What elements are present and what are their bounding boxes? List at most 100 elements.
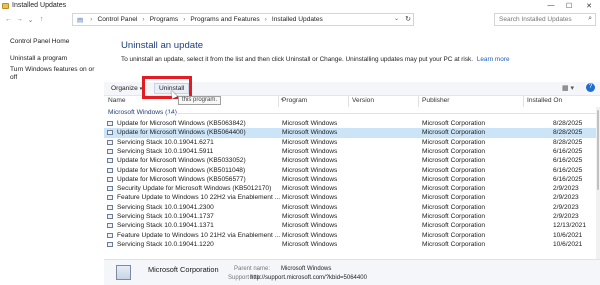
title-bar: Installed Updates [0, 0, 600, 11]
address-bar[interactable]: ▤ › Control Panel › Programs › Programs … [72, 13, 414, 26]
update-icon [107, 148, 113, 154]
table-row[interactable]: Update for Microsoft Windows (KB5011048)… [104, 166, 596, 175]
cell-name: Servicing Stack 10.0.19041.5911 [117, 147, 214, 155]
table-row[interactable]: Servicing Stack 10.0.19041.1220 Microsoft… [104, 240, 596, 249]
cell-program: Microsoft Windows [282, 203, 338, 211]
cell-program: Microsoft Windows [282, 185, 338, 193]
update-icon [107, 214, 113, 219]
refresh-icon[interactable]: ↻ [405, 15, 411, 23]
table-row[interactable]: Security Update for Microsoft Windows (K… [104, 184, 596, 193]
cell-publisher: Microsoft Corporation [422, 185, 486, 193]
cell-name: Update for Microsoft Windows (KB5033052) [117, 157, 246, 165]
cell-publisher: Microsoft Corporation [422, 240, 486, 248]
cell-publisher: Microsoft Corporation [422, 166, 486, 174]
table-row[interactable]: Servicing Stack 10.0.19041.1371 Microsoft… [104, 221, 596, 230]
table-row[interactable]: Servicing Stack 10.0.19041.1737 Microsoft… [104, 212, 596, 221]
chevron-down-icon[interactable]: ⌄ [394, 15, 399, 22]
search-icon: ⌕ [588, 15, 592, 22]
breadcrumb-programs-and-features[interactable]: Programs and Features [190, 16, 259, 23]
table-row[interactable]: Update for Microsoft Windows (KB5056577)… [104, 175, 596, 184]
table-row[interactable]: Update for Microsoft Windows (KB5063842)… [104, 119, 596, 128]
back-arrow-icon[interactable]: ← [3, 14, 14, 25]
organize-button[interactable]: Organize ▾ [111, 85, 142, 92]
control-panel-home-link[interactable]: Control Panel Home [10, 38, 69, 46]
column-divider[interactable] [278, 96, 279, 107]
cell-installed-on: 8/28/2025 [553, 120, 583, 127]
maximize-button[interactable]: ☐ [562, 0, 576, 11]
cell-publisher: Microsoft Corporation [422, 222, 486, 230]
cell-publisher: Microsoft Corporation [422, 129, 486, 137]
cell-name: Servicing Stack 10.0.19041.6271 [117, 138, 214, 146]
up-arrow-icon[interactable]: ↑ [36, 14, 47, 25]
cell-program: Microsoft Windows [282, 138, 338, 146]
view-options-icon[interactable]: ▦ ▾ [562, 84, 574, 92]
page-description: To uninstall an update, select it from t… [121, 56, 510, 63]
cell-installed-on: 8/28/2025 [553, 138, 583, 146]
breadcrumb-installed-updates[interactable]: Installed Updates [272, 16, 323, 23]
search-input[interactable]: Search Installed Updates ⌕ [494, 13, 596, 26]
cell-publisher: Microsoft Corporation [422, 157, 486, 165]
column-divider[interactable] [348, 96, 349, 107]
search-placeholder: Search Installed Updates [499, 16, 572, 23]
cell-publisher: Microsoft Corporation [422, 175, 486, 183]
table-row[interactable]: Update for Microsoft Windows (KB5064400)… [104, 128, 596, 138]
group-divider [166, 113, 596, 114]
cell-program: Microsoft Windows [282, 240, 338, 248]
description-text: To uninstall an update, select it from t… [121, 56, 474, 63]
support-link-value[interactable]: http://support.microsoft.com/?kbid=50644… [250, 275, 367, 281]
window-title: Installed Updates [12, 2, 67, 9]
cell-installed-on: 6/16/2025 [553, 147, 583, 155]
windows-features-link[interactable]: Turn Windows features on or [10, 66, 94, 74]
page-title: Uninstall an update [121, 40, 204, 51]
cell-publisher: Microsoft Corporation [422, 231, 486, 239]
cell-publisher: Microsoft Corporation [422, 203, 486, 211]
table-row[interactable]: Servicing Stack 10.0.19041.5911 Microsoft… [104, 147, 596, 156]
column-header-program[interactable]: Program [282, 97, 307, 107]
column-divider[interactable] [418, 96, 419, 107]
forward-arrow-icon[interactable]: → [14, 14, 25, 25]
scrollbar-thumb[interactable] [597, 110, 599, 190]
cell-name: Update for Microsoft Windows (KB5056577) [117, 175, 246, 183]
recent-locations-icon[interactable]: ⌄ [25, 14, 36, 25]
update-icon [107, 195, 113, 201]
table-row[interactable]: Update for Microsoft Windows (KB5033052)… [104, 156, 596, 165]
cell-installed-on: 6/16/2025 [553, 175, 583, 183]
cell-installed-on: 2/9/2023 [553, 185, 579, 193]
update-icon [107, 232, 113, 238]
uninstall-program-link[interactable]: Uninstall a program [10, 55, 67, 63]
column-header-publisher[interactable]: Publisher [422, 97, 450, 107]
windows-features-link-cont[interactable]: off [10, 74, 17, 82]
breadcrumb-control-panel[interactable]: Control Panel [97, 16, 137, 23]
breadcrumb-icon: ▤ [77, 16, 84, 24]
cell-installed-on: 8/28/2025 [553, 129, 583, 137]
table-row[interactable]: Servicing Stack 10.0.19041.2300 Microsoft… [104, 203, 596, 212]
column-header-name[interactable]: Name [108, 97, 126, 107]
cell-publisher: Microsoft Corporation [422, 213, 486, 220]
minimize-button[interactable]: — [544, 0, 558, 11]
learn-more-link[interactable]: Learn more [477, 56, 510, 63]
cell-name: Update for Microsoft Windows (KB5063842) [117, 120, 246, 127]
table-row[interactable]: Servicing Stack 10.0.19041.6271 Microsoft… [104, 138, 596, 147]
breadcrumb-programs[interactable]: Programs [150, 16, 179, 23]
table-row[interactable]: Feature Update to Windows 10 21H2 via En… [104, 231, 596, 240]
cell-publisher: Microsoft Corporation [422, 138, 486, 146]
cell-name: Security Update for Microsoft Windows (K… [117, 185, 272, 193]
cell-publisher: Microsoft Corporation [422, 147, 486, 155]
cell-program: Microsoft Windows [282, 175, 338, 183]
help-icon[interactable]: ? [586, 83, 595, 92]
cell-name: Update for Microsoft Windows (KB5011048) [117, 166, 246, 174]
column-divider[interactable] [523, 96, 524, 107]
cell-installed-on: 10/6/2021 [553, 240, 583, 248]
update-icon [107, 204, 113, 210]
cell-program: Microsoft Windows [282, 222, 338, 230]
update-icon [107, 176, 113, 182]
breadcrumb-separator: › [183, 16, 186, 23]
close-button[interactable]: ✕ [582, 0, 596, 11]
breadcrumb-separator: › [142, 16, 145, 23]
update-icon [107, 130, 113, 136]
cell-installed-on: 6/16/2025 [553, 166, 583, 174]
table-row[interactable]: Feature Update to Windows 10 22H2 via En… [104, 193, 596, 202]
column-header-installed-on[interactable]: Installed On [527, 97, 562, 107]
column-header-version[interactable]: Version [352, 97, 374, 107]
cell-program: Microsoft Windows [282, 213, 338, 220]
